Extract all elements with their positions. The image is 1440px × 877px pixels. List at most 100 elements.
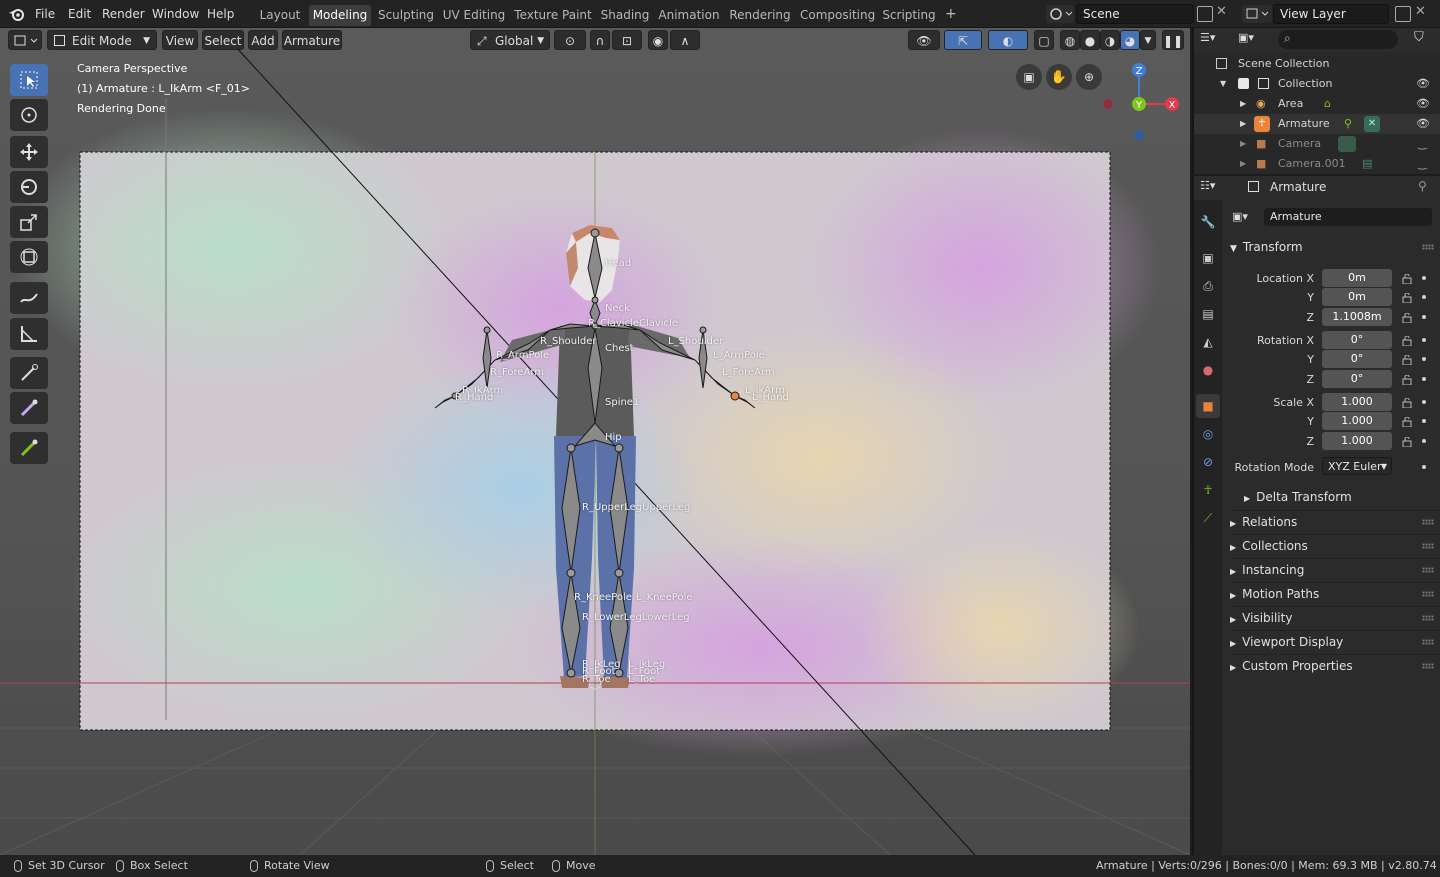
visibility-panel-header[interactable]: ▶ Visibility — [1230, 606, 1440, 628]
eye-closed-icon[interactable]: ‿ — [1418, 134, 1427, 154]
eye-icon[interactable]: 👁 — [1416, 94, 1430, 114]
lock-icon[interactable] — [1402, 374, 1412, 386]
shading-options-icon[interactable]: ▼ — [1140, 30, 1156, 50]
rotate-tool-icon[interactable] — [10, 171, 48, 203]
tab-modeling[interactable]: Modeling — [309, 5, 371, 26]
properties-editor-type-icon[interactable]: ☷▾ — [1200, 179, 1215, 192]
blender-logo-icon[interactable] — [8, 6, 26, 22]
expand-arrow-icon[interactable]: ▶ — [1240, 114, 1246, 134]
menu-add[interactable]: Add — [248, 30, 278, 50]
tab-scripting[interactable]: Scripting — [880, 5, 938, 26]
outliner-editor-type-icon[interactable]: ☰▾ — [1200, 31, 1230, 49]
tab-compositing[interactable]: Compositing — [800, 5, 875, 26]
falloff-icon[interactable]: ∧ — [670, 30, 700, 50]
view-layer-icon[interactable] — [1242, 5, 1272, 23]
pivot-point-icon[interactable]: ⊙ — [554, 30, 586, 50]
scale-z-field[interactable]: 1.000 — [1322, 432, 1392, 450]
lock-icon[interactable] — [1402, 312, 1412, 324]
shading-solid-icon[interactable]: ● — [1080, 30, 1100, 50]
rotation-z-field[interactable]: 0° — [1322, 370, 1392, 388]
rotation-mode-dropdown[interactable]: XYZ Euler ▼ — [1322, 457, 1392, 475]
keyframe-dot-icon[interactable] — [1422, 439, 1426, 443]
delta-transform-subpanel[interactable]: ▶ Delta Transform — [1244, 486, 1434, 508]
menu-file[interactable]: File — [35, 5, 55, 23]
drag-handle-icon[interactable] — [1422, 639, 1434, 645]
scene-name-field[interactable]: Scene — [1076, 4, 1194, 24]
menu-help[interactable]: Help — [207, 5, 234, 23]
output-tab-icon[interactable]: ⎙ — [1196, 274, 1220, 298]
scale-x-field[interactable]: 1.000 — [1322, 393, 1392, 411]
keyframe-dot-icon[interactable] — [1422, 377, 1426, 381]
shading-material-icon[interactable]: ◑ — [1100, 30, 1120, 50]
outliner-item-armature[interactable]: ▶ ☥ Armature ⚲ ✕ 👁 — [1194, 114, 1440, 134]
zoom-view-icon[interactable]: ⊕ — [1076, 64, 1102, 90]
visibility-icon[interactable]: 👁 — [908, 30, 940, 50]
menu-window[interactable]: Window — [152, 5, 199, 23]
proportional-edit-icon[interactable]: ◉ — [648, 30, 668, 50]
camera-view-icon[interactable]: ▣ — [1016, 64, 1042, 90]
transform-tool-icon[interactable] — [10, 241, 48, 273]
transform-panel-header[interactable]: ▼ Transform — [1230, 236, 1440, 258]
select-box-tool-icon[interactable] — [10, 64, 48, 96]
armature-data-tab-icon[interactable]: ☥ — [1196, 478, 1220, 502]
lock-icon[interactable] — [1402, 354, 1412, 366]
outliner-item-camera-001[interactable]: ▶ ■ Camera.001 ▤ ‿ — [1194, 154, 1440, 174]
collections-panel-header[interactable]: ▶ Collections — [1230, 534, 1440, 556]
navigation-gizmo[interactable]: Z Y X — [1100, 60, 1180, 150]
outliner-item-collection[interactable]: ▼ Collection 👁 — [1194, 74, 1440, 94]
gizmo-toggle-icon[interactable]: ⇱ — [944, 30, 982, 50]
outliner-search-input[interactable]: ⌕ — [1278, 30, 1398, 49]
snap-target-icon[interactable]: ⊡ — [612, 30, 642, 50]
object-tab-icon[interactable]: ■ — [1196, 394, 1220, 418]
modifier-tab-icon[interactable]: ◎ — [1196, 422, 1220, 446]
eye-closed-icon[interactable]: ‿ — [1418, 154, 1427, 174]
eye-icon[interactable]: 👁 — [1416, 74, 1430, 94]
pin-icon[interactable]: ⚲ — [1418, 179, 1427, 193]
drag-handle-icon[interactable] — [1422, 591, 1434, 597]
xray-icon[interactable]: ▢ — [1034, 30, 1054, 50]
rotation-x-field[interactable]: 0° — [1322, 331, 1392, 349]
keyframe-dot-icon[interactable] — [1422, 419, 1426, 423]
lock-icon[interactable] — [1402, 416, 1412, 428]
shading-wireframe-icon[interactable]: ◍ — [1060, 30, 1080, 50]
cursor-tool-icon[interactable] — [10, 99, 48, 131]
view-layer-field[interactable]: View Layer — [1273, 4, 1389, 24]
tab-animation[interactable]: Animation — [658, 5, 720, 26]
menu-render[interactable]: Render — [102, 5, 145, 23]
lock-icon[interactable] — [1402, 292, 1412, 304]
tab-layout[interactable]: Layout — [256, 5, 304, 26]
lock-icon[interactable] — [1402, 273, 1412, 285]
rotation-y-field[interactable]: 0° — [1322, 350, 1392, 368]
scale-y-field[interactable]: 1.000 — [1322, 412, 1392, 430]
location-x-field[interactable]: 0m — [1322, 269, 1392, 287]
expand-arrow-icon[interactable]: ▶ — [1240, 154, 1246, 174]
bone-extrude-tool-icon[interactable] — [10, 357, 48, 389]
drag-handle-icon[interactable] — [1422, 663, 1434, 669]
tab-sculpting[interactable]: Sculpting — [376, 5, 436, 26]
checkbox-icon[interactable] — [1238, 78, 1249, 89]
editor-type-icon[interactable] — [8, 30, 42, 50]
outliner-scene-collection[interactable]: Scene Collection — [1194, 54, 1440, 74]
lock-icon[interactable] — [1402, 335, 1412, 347]
expand-arrow-icon[interactable]: ▶ — [1240, 94, 1246, 114]
mode-selector[interactable]: Edit Mode ▼ — [47, 30, 157, 50]
outliner-item-camera[interactable]: ▶ ■ Camera ‿ — [1194, 134, 1440, 154]
tab-uv-editing[interactable]: UV Editing — [442, 5, 506, 26]
display-mode-icon[interactable]: ▣▾ — [1238, 31, 1268, 49]
move-tool-icon[interactable] — [10, 136, 48, 168]
shading-rendered-icon[interactable]: ◕ — [1120, 30, 1140, 50]
location-y-field[interactable]: 0m — [1322, 288, 1392, 306]
pause-render-icon[interactable]: ❚❚ — [1162, 30, 1184, 50]
bone-envelope-tool-icon[interactable] — [10, 432, 48, 464]
scene-tab-icon[interactable]: ◭ — [1196, 330, 1220, 354]
menu-armature[interactable]: Armature — [282, 30, 342, 50]
bone-roll-tool-icon[interactable] — [10, 392, 48, 424]
keyframe-dot-icon[interactable] — [1422, 357, 1426, 361]
add-workspace-icon[interactable]: + — [945, 6, 957, 22]
lock-icon[interactable] — [1402, 397, 1412, 409]
tab-rendering[interactable]: Rendering — [728, 5, 792, 26]
constraint-tab-icon[interactable]: ⊘ — [1196, 450, 1220, 474]
keyframe-dot-icon[interactable] — [1422, 400, 1426, 404]
custom-properties-panel-header[interactable]: ▶ Custom Properties — [1230, 654, 1440, 676]
tool-tab-icon[interactable]: 🔧 — [1196, 210, 1220, 234]
